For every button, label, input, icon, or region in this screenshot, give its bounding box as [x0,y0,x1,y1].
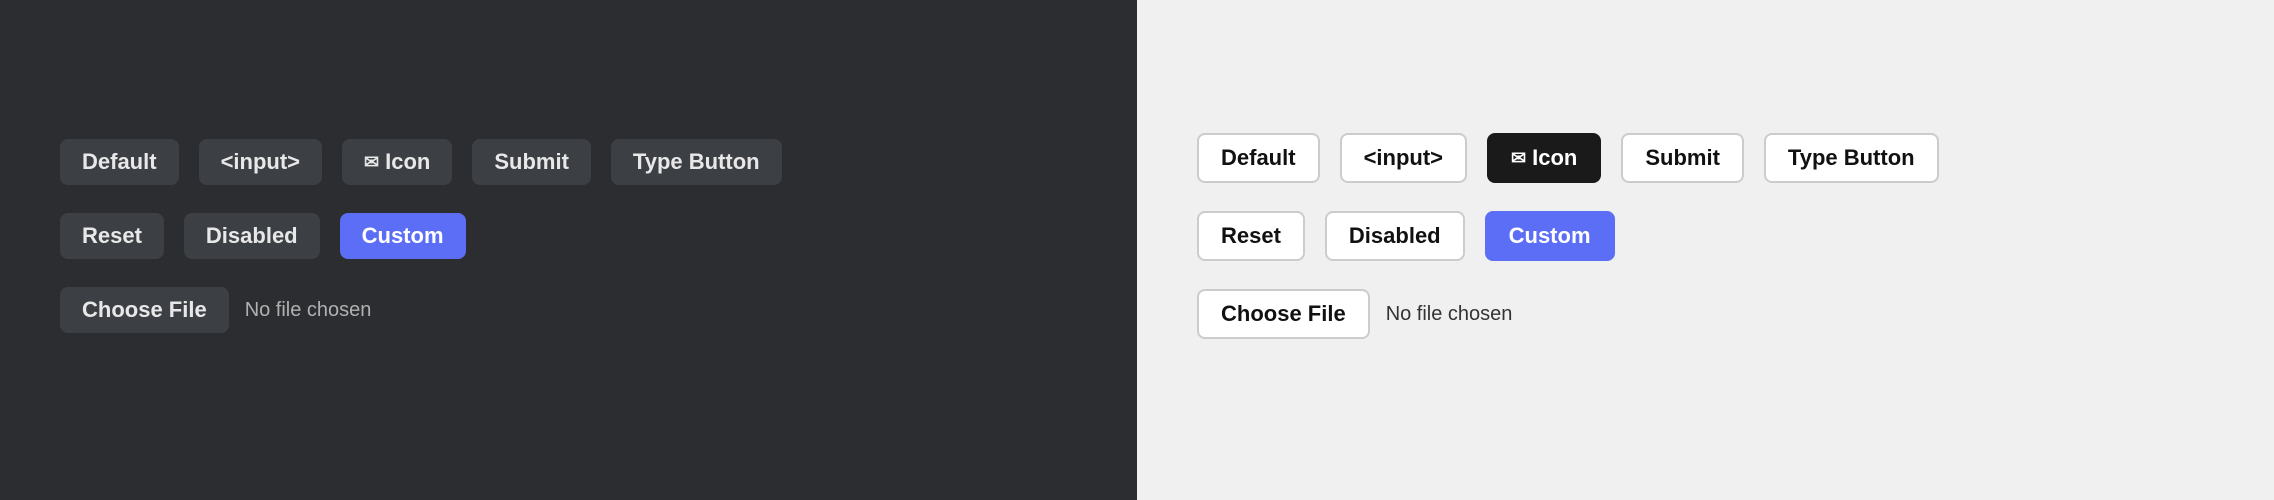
light-choose-file-label: Choose File [1221,301,1346,326]
light-default-label: Default [1221,145,1296,171]
dark-choose-file-label: Choose File [82,297,207,322]
dark-reset-label: Reset [82,223,142,249]
light-row1: Default <input> ✉ Icon Submit Type Butto… [1197,133,2214,183]
dark-submit-label: Submit [494,149,569,175]
dark-no-file-text: No file chosen [245,299,372,322]
dark-default-label: Default [82,149,157,175]
dark-row1: Default <input> ✉ Icon Submit Type Butto… [60,139,1077,185]
dark-icon-button[interactable]: ✉ Icon [342,139,452,185]
light-panel: Default <input> ✉ Icon Submit Type Butto… [1137,0,2274,500]
dark-icon-label: Icon [385,149,430,175]
dark-default-button[interactable]: Default [60,139,179,185]
light-row3: Choose File No file chosen [1197,289,2214,339]
light-custom-button[interactable]: Custom [1485,211,1615,261]
envelope-icon-light: ✉ [1511,148,1526,169]
light-no-file-text: No file chosen [1386,303,1513,326]
light-reset-label: Reset [1221,223,1281,249]
light-choose-file-button[interactable]: Choose File [1197,289,1370,339]
light-reset-button[interactable]: Reset [1197,211,1305,261]
light-submit-label: Submit [1645,145,1720,171]
light-file-area: Choose File No file chosen [1197,289,1512,339]
dark-disabled-label: Disabled [206,223,298,249]
light-icon-button[interactable]: ✉ Icon [1487,133,1601,183]
light-disabled-button[interactable]: Disabled [1325,211,1465,261]
dark-choose-file-button[interactable]: Choose File [60,287,229,333]
light-icon-label: Icon [1532,145,1577,171]
dark-submit-button[interactable]: Submit [472,139,591,185]
dark-custom-label: Custom [362,223,444,249]
dark-file-area: Choose File No file chosen [60,287,371,333]
light-input-button[interactable]: <input> [1340,133,1467,183]
dark-disabled-button[interactable]: Disabled [184,213,320,259]
light-input-label: <input> [1364,145,1443,171]
light-custom-label: Custom [1509,223,1591,249]
dark-typebutton-label: Type Button [633,149,760,175]
light-submit-button[interactable]: Submit [1621,133,1744,183]
dark-panel: Default <input> ✉ Icon Submit Type Butto… [0,0,1137,500]
dark-reset-button[interactable]: Reset [60,213,164,259]
dark-typebutton-button[interactable]: Type Button [611,139,782,185]
dark-input-label: <input> [221,149,300,175]
light-typebutton-label: Type Button [1788,145,1915,171]
dark-row3: Choose File No file chosen [60,287,1077,333]
light-default-button[interactable]: Default [1197,133,1320,183]
dark-input-button[interactable]: <input> [199,139,322,185]
envelope-icon: ✉ [364,152,379,173]
light-disabled-label: Disabled [1349,223,1441,249]
light-row2: Reset Disabled Custom [1197,211,2214,261]
dark-row2: Reset Disabled Custom [60,213,1077,259]
light-typebutton-button[interactable]: Type Button [1764,133,1939,183]
dark-custom-button[interactable]: Custom [340,213,466,259]
